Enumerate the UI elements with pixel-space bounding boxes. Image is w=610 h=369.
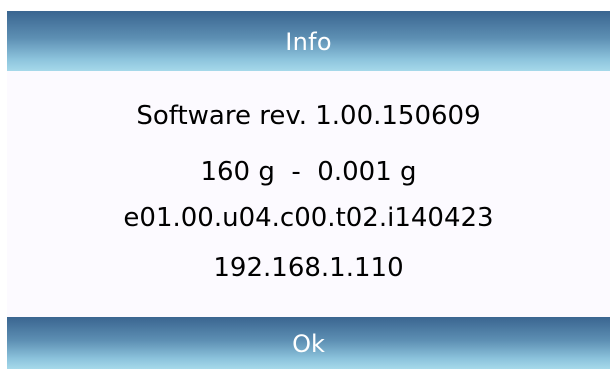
info-dialog: Info Software rev. 1.00.150609 160 g - 0… [0,0,610,369]
capacity-readability-text: 160 g - 0.001 g [200,157,417,187]
dialog-content: Software rev. 1.00.150609 160 g - 0.001 … [7,71,610,317]
ok-button[interactable]: Ok [7,317,610,369]
firmware-code-text: e01.00.u04.c00.t02.i140423 [123,203,494,233]
ok-button-label: Ok [292,330,325,358]
ip-address-text: 192.168.1.110 [213,253,404,283]
software-revision-text: Software rev. 1.00.150609 [136,101,481,131]
dialog-header: Info [7,11,610,71]
dialog-title: Info [285,28,332,56]
